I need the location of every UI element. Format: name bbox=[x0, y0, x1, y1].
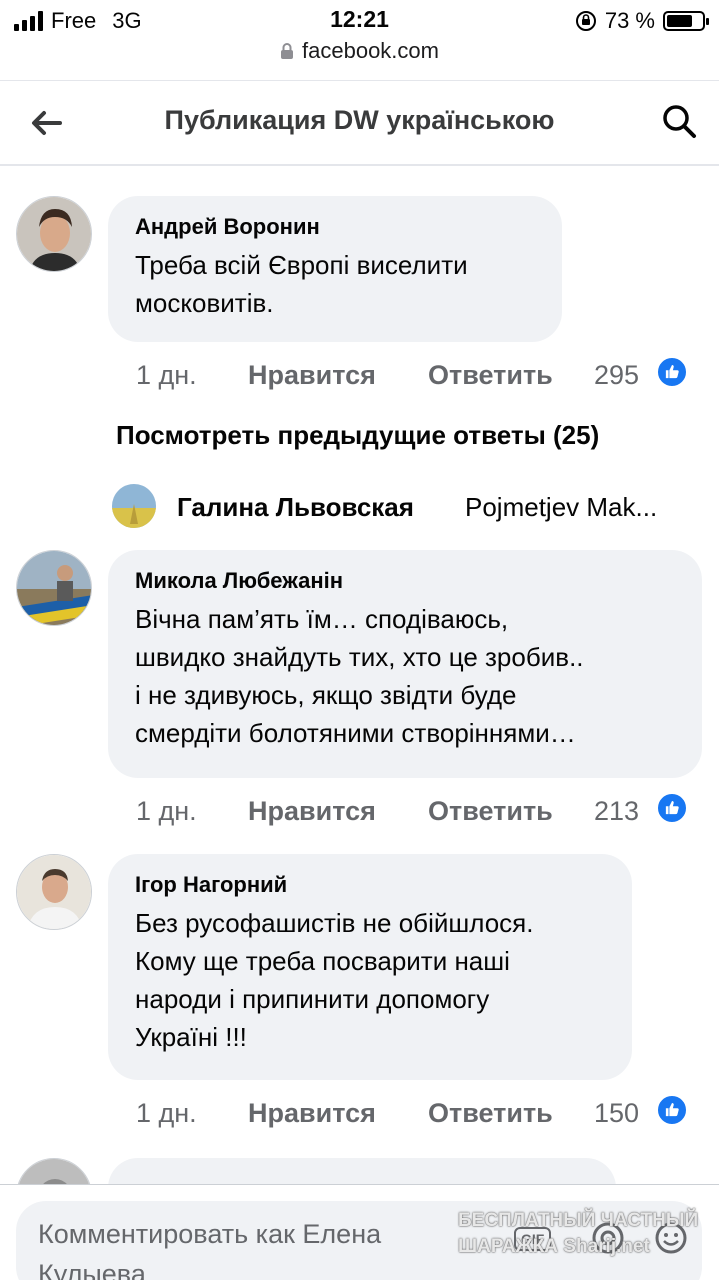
like-button[interactable]: Нравится bbox=[248, 360, 376, 391]
thumbs-up-icon bbox=[656, 1094, 688, 1126]
lock-icon bbox=[281, 43, 294, 59]
comment-bubble: Микола Любежанін Вічна пам’ять їм… споді… bbox=[108, 550, 702, 778]
avatar[interactable] bbox=[16, 550, 92, 626]
comment-input-placeholder: Комментировать как Елена Кулыева bbox=[38, 1219, 382, 1280]
avatar-photo bbox=[17, 551, 91, 625]
comment-time: 1 дн. bbox=[136, 796, 197, 826]
watermark-line-1: БЕСПЛАТНЫЙ ЧАСТНЫЙ bbox=[458, 1210, 699, 1231]
battery-percent: 73 % bbox=[604, 8, 655, 33]
watermark: БЕСПЛАТНЫЙ ЧАСТНЫЙ ШАРАЖКА Sharij.net bbox=[458, 1208, 708, 1260]
page-header: Публикация DW українською bbox=[0, 80, 719, 166]
comment-author[interactable]: Ігор Нагорний bbox=[135, 870, 604, 900]
comment-time: 1 дн. bbox=[136, 360, 197, 390]
comment-time: 1 дн. bbox=[136, 1098, 197, 1128]
reply-author: Галина Львовская bbox=[177, 492, 414, 522]
battery-icon bbox=[663, 11, 709, 31]
like-count[interactable]: 150 bbox=[594, 1098, 639, 1129]
comment-actions: 1 дн. Нравится Ответить 213 bbox=[136, 792, 696, 832]
watermark-line-2: ШАРАЖКА Sharij.net bbox=[458, 1236, 650, 1257]
avatar-photo bbox=[112, 484, 156, 528]
comment-actions: 1 дн. Нравится Ответить 150 bbox=[136, 1094, 696, 1134]
comment-text: Без русофашистів не обійшлося. Кому ще т… bbox=[135, 908, 534, 1052]
url-bar[interactable]: facebook.com bbox=[0, 38, 719, 64]
avatar-photo bbox=[17, 197, 91, 271]
reply-preview[interactable]: Галина Львовская Pojmetjev Mak... bbox=[112, 484, 702, 530]
orientation-lock-icon bbox=[575, 11, 596, 31]
comment-actions: 1 дн. Нравится Ответить 295 bbox=[136, 356, 696, 396]
status-right: 73 % bbox=[575, 8, 709, 34]
like-count[interactable]: 213 bbox=[594, 796, 639, 827]
url-text: facebook.com bbox=[302, 38, 439, 63]
thumbs-up-icon bbox=[656, 792, 688, 824]
avatar[interactable] bbox=[16, 196, 92, 272]
comment-bubble: Андрей Воронин Треба всій Європі виселит… bbox=[108, 196, 562, 342]
view-previous-replies-link[interactable]: Посмотреть предыдущие ответы (25) bbox=[116, 420, 599, 451]
search-icon[interactable] bbox=[659, 101, 699, 141]
like-count[interactable]: 295 bbox=[594, 360, 639, 391]
avatar-photo bbox=[17, 855, 91, 929]
page-title: Публикация DW українською bbox=[164, 105, 555, 135]
comment-text: Треба всій Європі виселити московитів. bbox=[135, 250, 468, 318]
reply-button[interactable]: Ответить bbox=[428, 796, 553, 827]
status-bar: Free 3G 12:21 73 % facebook.com bbox=[0, 0, 719, 63]
like-button[interactable]: Нравится bbox=[248, 1098, 376, 1129]
like-button[interactable]: Нравится bbox=[248, 796, 376, 827]
thumbs-up-icon bbox=[656, 356, 688, 388]
comment-author[interactable]: Микола Любежанін bbox=[135, 566, 674, 596]
comment-author[interactable]: Андрей Воронин bbox=[135, 212, 534, 242]
reply-text: Pojmetjev Mak... bbox=[465, 492, 658, 522]
comment-text: Вічна пам’ять їм… сподіваюсь, швидко зна… bbox=[135, 604, 584, 748]
comment-bubble: Ігор Нагорний Без русофашистів не обійшл… bbox=[108, 854, 632, 1080]
avatar bbox=[112, 484, 156, 528]
reply-button[interactable]: Ответить bbox=[428, 1098, 553, 1129]
avatar[interactable] bbox=[16, 854, 92, 930]
reply-button[interactable]: Ответить bbox=[428, 360, 553, 391]
